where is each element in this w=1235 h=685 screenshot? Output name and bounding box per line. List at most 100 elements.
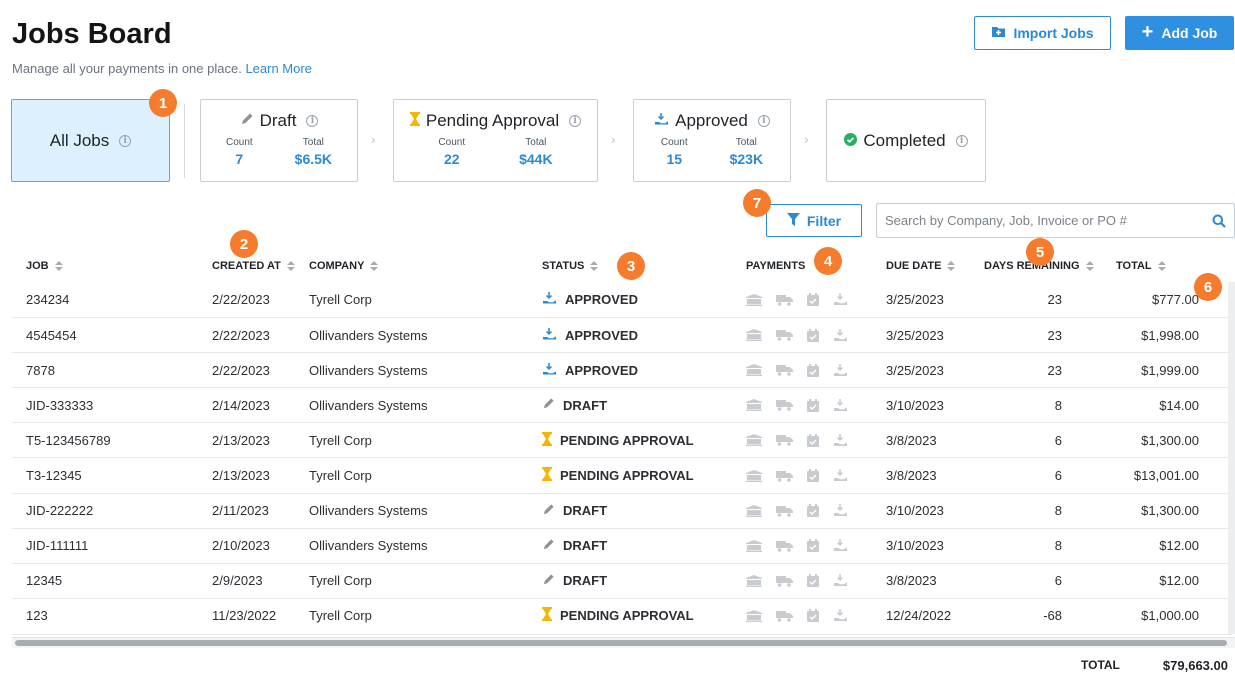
- learn-more-link[interactable]: Learn More: [245, 61, 311, 76]
- hand-payment-icon[interactable]: [833, 433, 848, 447]
- truck-icon[interactable]: [776, 575, 793, 587]
- approved-hand-icon: [542, 291, 557, 308]
- created-at: 2/14/2023: [212, 397, 270, 413]
- horizontal-scrollbar[interactable]: [12, 637, 1235, 648]
- due-date: 3/10/2023: [886, 397, 944, 413]
- calendar-check-icon[interactable]: [807, 609, 819, 623]
- job-id[interactable]: JID-333333: [26, 388, 93, 422]
- table-row[interactable]: T3-12345 2/13/2023 Tyrell Corp PENDING APPR…: [12, 457, 1232, 492]
- bank-icon[interactable]: [746, 539, 762, 552]
- status-text: PENDING APPROVAL: [560, 608, 694, 624]
- table-row[interactable]: JID-222222 2/11/2023 Ollivanders Systems DR…: [12, 492, 1232, 528]
- filter-funnel-icon: [786, 212, 800, 229]
- card-pending-approval[interactable]: Pending Approval i Count 22 Total $44K: [393, 99, 598, 182]
- table-row[interactable]: JID-333333 2/14/2023 Ollivanders Systems DR…: [12, 387, 1232, 422]
- bank-icon[interactable]: [746, 434, 762, 447]
- job-id[interactable]: JID-111111: [26, 529, 88, 563]
- status-text: DRAFT: [563, 573, 608, 589]
- created-at: 2/22/2023: [212, 327, 270, 343]
- col-company[interactable]: COMPANY: [309, 260, 379, 272]
- truck-icon[interactable]: [776, 434, 793, 447]
- calendar-check-icon[interactable]: [807, 539, 819, 553]
- vertical-scrollbar[interactable]: [1228, 282, 1235, 634]
- bank-icon[interactable]: [746, 609, 762, 622]
- table-row[interactable]: 123 11/23/2022 Tyrell Corp PENDING APPROVAL…: [12, 597, 1232, 633]
- table-row[interactable]: T5-123456789 2/13/2023 Tyrell Corp PENDING …: [12, 422, 1232, 457]
- card-draft[interactable]: Draft i Count 7 Total $6.5K: [200, 99, 358, 182]
- status-badge: PENDING APPROVAL: [542, 599, 694, 633]
- created-at: 2/22/2023: [212, 362, 270, 378]
- col-created-at[interactable]: CREATED AT: [212, 260, 295, 272]
- job-id[interactable]: 4545454: [26, 318, 77, 352]
- job-id[interactable]: JID-222222: [26, 494, 93, 528]
- hand-payment-icon[interactable]: [833, 363, 848, 377]
- col-due-date[interactable]: DUE DATE: [886, 260, 956, 272]
- hand-payment-icon[interactable]: [833, 328, 848, 342]
- bank-icon[interactable]: [746, 399, 762, 412]
- status-text: DRAFT: [563, 397, 608, 413]
- bank-icon[interactable]: [746, 364, 762, 377]
- card-all-jobs[interactable]: All Jobs i: [11, 99, 170, 182]
- col-company-label: COMPANY: [309, 260, 365, 272]
- job-id[interactable]: 12345: [26, 564, 62, 598]
- bank-icon[interactable]: [746, 504, 762, 517]
- job-id[interactable]: T5-123456789: [26, 423, 111, 457]
- grand-total-label: TOTAL: [1081, 658, 1120, 672]
- table-row[interactable]: JID-111111 2/10/2023 Ollivanders Systems DR…: [12, 527, 1232, 563]
- col-total[interactable]: TOTAL: [1116, 260, 1166, 272]
- hand-payment-icon[interactable]: [833, 609, 848, 622]
- job-id[interactable]: 234234: [26, 282, 69, 317]
- hand-payment-icon[interactable]: [833, 398, 848, 412]
- bank-icon[interactable]: [746, 574, 762, 587]
- bank-icon[interactable]: [746, 293, 762, 306]
- company-name: Ollivanders Systems: [309, 362, 428, 378]
- add-job-button[interactable]: + Add Job: [1125, 16, 1234, 50]
- truck-icon[interactable]: [776, 329, 793, 341]
- truck-icon[interactable]: [776, 399, 793, 412]
- table-row[interactable]: 234234 2/22/2023 Tyrell Corp APPROVED 3/25/2…: [12, 282, 1232, 317]
- truck-icon[interactable]: [776, 364, 793, 377]
- truck-icon[interactable]: [776, 294, 793, 306]
- card-completed[interactable]: Completed i: [826, 99, 986, 182]
- hand-payment-icon[interactable]: [833, 574, 848, 587]
- status-text: APPROVED: [565, 362, 638, 378]
- table-body: 234234 2/22/2023 Tyrell Corp APPROVED 3/25/2…: [12, 282, 1232, 633]
- col-status[interactable]: STATUS: [542, 260, 599, 272]
- search-input[interactable]: [877, 204, 1204, 237]
- sort-icon: [286, 261, 295, 271]
- truck-icon[interactable]: [776, 470, 793, 482]
- calendar-check-icon[interactable]: [807, 363, 819, 377]
- job-id[interactable]: 123: [26, 599, 48, 633]
- scrollbar-thumb[interactable]: [15, 640, 1227, 646]
- days-remaining: -68: [1043, 608, 1062, 624]
- draft-total: $6.5K: [294, 151, 333, 167]
- row-total: $1,300.00: [1141, 503, 1199, 519]
- calendar-check-icon[interactable]: [807, 469, 819, 483]
- filter-button[interactable]: Filter: [766, 204, 862, 237]
- calendar-check-icon[interactable]: [807, 398, 819, 412]
- col-job[interactable]: JOB: [26, 260, 63, 272]
- calendar-check-icon[interactable]: [807, 574, 819, 588]
- import-jobs-button[interactable]: Import Jobs: [974, 16, 1111, 50]
- job-id[interactable]: 7878: [26, 353, 55, 387]
- truck-icon[interactable]: [776, 540, 793, 552]
- hand-payment-icon[interactable]: [833, 504, 848, 517]
- calendar-check-icon[interactable]: [807, 328, 819, 342]
- card-approved[interactable]: Approved i Count 15 Total $23K: [633, 99, 791, 182]
- hand-payment-icon[interactable]: [833, 293, 848, 306]
- table-row[interactable]: 12345 2/9/2023 Tyrell Corp DRAFT 3/8/2023 6 $1…: [12, 562, 1232, 598]
- bank-icon[interactable]: [746, 329, 762, 342]
- search-icon[interactable]: [1204, 214, 1234, 228]
- truck-icon[interactable]: [776, 505, 793, 517]
- col-total-label: TOTAL: [1116, 260, 1152, 272]
- hand-payment-icon[interactable]: [833, 539, 848, 552]
- job-id[interactable]: T3-12345: [26, 458, 82, 492]
- calendar-check-icon[interactable]: [807, 293, 819, 307]
- truck-icon[interactable]: [776, 610, 793, 622]
- bank-icon[interactable]: [746, 469, 762, 482]
- table-row[interactable]: 7878 2/22/2023 Ollivanders Systems APPROVED…: [12, 352, 1232, 387]
- hand-payment-icon[interactable]: [833, 469, 848, 482]
- calendar-check-icon[interactable]: [807, 433, 819, 447]
- table-row[interactable]: 4545454 2/22/2023 Ollivanders Systems APPRO…: [12, 317, 1232, 352]
- calendar-check-icon[interactable]: [807, 504, 819, 518]
